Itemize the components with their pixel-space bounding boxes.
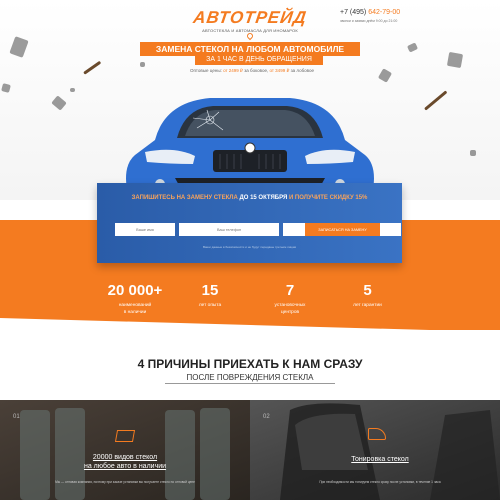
reason-panel-1[interactable]: 01 20000 видов стекол на любое авто в нал… [0,400,250,500]
glass-shard [51,95,67,111]
stat-item: 20 000+ наименований в наличии [95,282,175,316]
submit-button[interactable]: ЗАПИСАТЬСЯ НА ЗАМЕНУ [305,223,380,236]
glass-stack-image [20,408,230,500]
stat-label: лет гарантии [340,302,395,309]
stat-item: 15 лет опыта [185,282,235,309]
glass-shard [406,42,419,53]
prices-prefix: Оптовые цены: [189,68,222,73]
price-front-label: за лобовое [290,68,314,73]
panel-title-line1: Тонировка стекол [351,456,409,463]
reasons-title: 4 ПРИЧИНЫ ПРИЕХАТЬ К НАМ СРАЗУ [137,357,363,371]
glass-shard [470,150,476,156]
form-title-part1: ЗАПИШИТЕСЬ НА ЗАМЕНУ СТЕКЛА [131,195,238,201]
stat-value: 15 [201,282,219,299]
form-title-part2: ДО 15 ОКТЯБРЯ [239,195,288,201]
panel-number: 01 [13,414,20,420]
stat-label: лет опыта [185,302,235,309]
stat-label: установочных центров [260,302,320,316]
car-door-image [280,403,500,500]
glass-shard [1,83,11,93]
stat-label: наименований в наличии [95,302,175,316]
panel-title: 20000 видов стекол на любое авто в наличи… [40,453,210,471]
phone-digits: 642-79-00 [368,9,401,16]
name-input[interactable] [115,223,175,236]
stat-item: 7 установочных центров [260,282,320,316]
windshield-icon [114,430,136,442]
logo[interactable]: АВТОТРЕЙД АВТОСТЕКЛА И АВТОМАСЛА ДЛЯ ИНО… [182,8,318,33]
price-side: от 2499 ₽ [223,68,243,73]
panel-title-line1: 20000 видов стекол [92,454,158,461]
stat-value: 20 000+ [107,282,163,299]
price-front: от 3499 ₽ [269,68,290,73]
stat-value: 5 [363,282,372,299]
location-pin-icon [245,31,255,41]
hero-subhead: ЗА 1 ЧАС В ДЕНЬ ОБРАЩЕНИЯ [195,54,323,65]
stat-label-line1: лет опыта [198,303,222,308]
glass-shard [9,36,29,58]
booking-form: ЗАПИШИТЕСЬ НА ЗАМЕНУ СТЕКЛА ДО 15 ОКТЯБР… [97,183,402,263]
panel-description: Мы — оптовая компания, поэтому при заказ… [55,480,195,484]
price-line: Оптовые цены: от 2499 ₽ за боковое, от 3… [172,68,332,74]
stat-label-line1: установочных [274,303,306,308]
stat-label-line2: в наличии [123,310,147,315]
glass-shard [140,62,145,67]
divider [165,383,335,384]
phone-number[interactable]: +7 (495) 642-79-00 [340,9,400,16]
stat-item: 5 лет гарантии [340,282,395,309]
phone-input[interactable] [179,223,279,236]
panel-number: 02 [263,414,270,420]
working-hours: звонки и заявки днём 9:00 до 21:00 [340,19,398,23]
form-note: Ваши данные в безопасности и не будут пе… [202,245,296,249]
glass-shard [446,51,464,69]
stat-label-line1: лет гарантии [353,303,382,308]
reasons-subtitle: ПОСЛЕ ПОВРЕЖДЕНИЯ СТЕКЛА [186,373,314,382]
phone-code: +7 (495) [340,9,367,16]
form-title: ЗАПИШИТЕСЬ НА ЗАМЕНУ СТЕКЛА ДО 15 ОКТЯБР… [97,195,402,201]
panel-title-line2: на любое авто в наличии [83,463,167,470]
stat-value: 7 [285,282,295,299]
reason-panel-2[interactable]: 02 Тонировка стекол При необходимости мы… [250,400,500,500]
stat-label-line2: центров [280,310,300,315]
stat-label-line1: наименований [118,303,152,308]
panel-description: При необходимости мы тонируем стекло сра… [319,480,441,484]
form-title-part3: И ПОЛУЧИТЕ СКИДКУ 15% [288,195,368,201]
glass-shard [70,88,75,92]
price-side-label: за боковое, [244,68,269,73]
branch [83,60,102,75]
logo-text: АВТОТРЕЙД [192,8,309,27]
panel-title: Тонировка стекол [310,455,450,464]
branch [424,90,448,111]
